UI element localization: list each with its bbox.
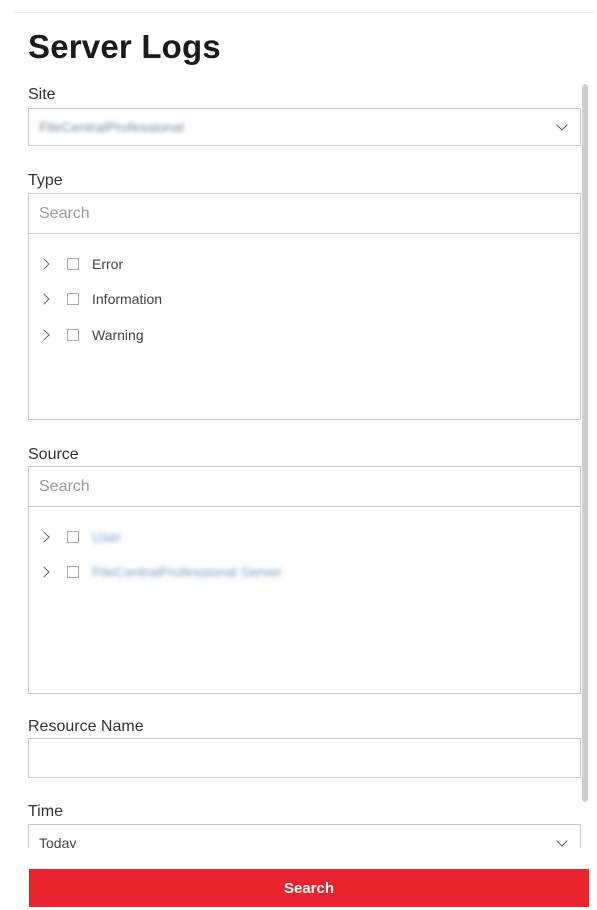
- chevron-right-icon[interactable]: [38, 566, 50, 578]
- site-select-value: FileCentralProfessional: [39, 119, 184, 135]
- tree-item-label: Warning: [92, 327, 144, 343]
- checkbox[interactable]: [67, 329, 79, 341]
- checkbox[interactable]: [67, 293, 79, 305]
- chevron-down-icon: [556, 835, 568, 847]
- tree-item-error[interactable]: Error: [29, 253, 580, 277]
- time-select[interactable]: Today: [28, 824, 581, 848]
- page-title: Server Logs: [28, 28, 221, 65]
- type-search: [29, 194, 580, 234]
- tree-item-label: Information: [92, 291, 163, 307]
- time-label: Time: [28, 803, 63, 820]
- chevron-right-icon[interactable]: [38, 531, 50, 543]
- chevron-down-icon: [556, 119, 568, 131]
- source-search-input[interactable]: [29, 467, 580, 506]
- tree-item-information[interactable]: Information: [29, 288, 580, 312]
- source-tree: User FileCentralProfessional Server: [28, 466, 581, 694]
- tree-item-warning[interactable]: Warning: [29, 324, 580, 348]
- checkbox[interactable]: [67, 566, 79, 578]
- checkbox[interactable]: [67, 258, 79, 270]
- source-search: [29, 467, 580, 507]
- site-select[interactable]: FileCentralProfessional: [28, 108, 581, 146]
- tree-item-label: User: [92, 529, 122, 545]
- resource-name-label: Resource Name: [28, 718, 144, 735]
- source-label: Source: [28, 446, 79, 463]
- time-select-value: Today: [39, 835, 77, 848]
- tree-item-label: FileCentralProfessional Server: [92, 564, 282, 580]
- chevron-right-icon[interactable]: [38, 293, 50, 305]
- tree-item-source[interactable]: User: [29, 526, 580, 550]
- type-tree: Error Information Warning: [28, 193, 581, 420]
- scrollbar[interactable]: [582, 84, 588, 802]
- type-search-input[interactable]: [29, 194, 580, 233]
- tree-item-source[interactable]: FileCentralProfessional Server: [29, 561, 580, 585]
- filter-panel: Server Logs Site FileCentralProfessional…: [0, 0, 597, 848]
- search-button[interactable]: Search: [29, 869, 589, 907]
- chevron-right-icon[interactable]: [38, 258, 50, 270]
- site-label: Site: [28, 86, 56, 103]
- chevron-right-icon[interactable]: [38, 329, 50, 341]
- tree-item-label: Error: [92, 256, 124, 272]
- checkbox[interactable]: [67, 531, 79, 543]
- type-label: Type: [28, 172, 63, 189]
- resource-name-field[interactable]: [28, 738, 581, 778]
- resource-name-input[interactable]: [29, 739, 580, 777]
